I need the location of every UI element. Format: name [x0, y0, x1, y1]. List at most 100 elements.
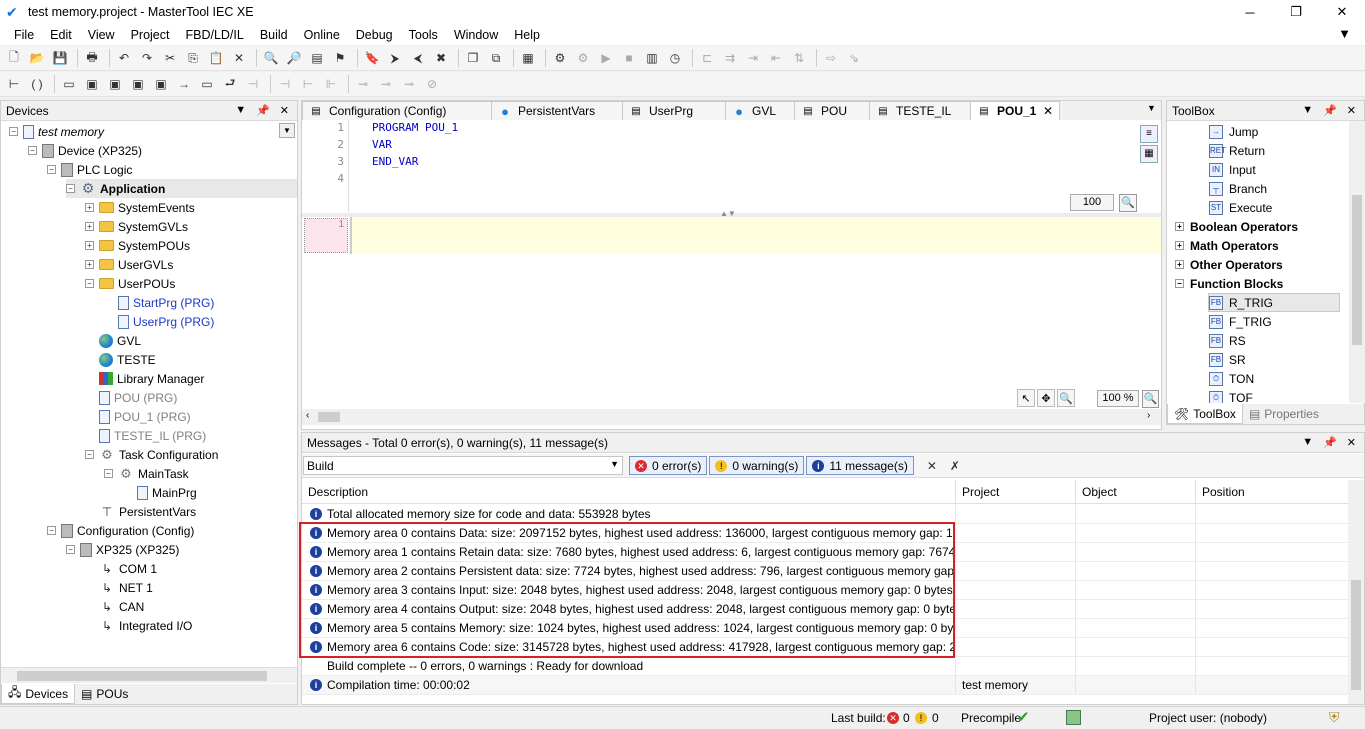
- message-row[interactable]: i Compilation time: 00:00:02 test memory: [302, 676, 1348, 695]
- tree-item[interactable]: + SystemPOUs: [85, 236, 190, 255]
- tree-item[interactable]: + SystemEvents: [85, 198, 195, 217]
- tree-item[interactable]: ↳ CAN: [85, 597, 144, 616]
- message-source-select[interactable]: Build ▼: [303, 456, 623, 475]
- tree-item[interactable]: − Configuration (Config): [47, 521, 194, 540]
- tab-teste-il[interactable]: ▤ TESTE_IL: [869, 101, 971, 120]
- cut-icon[interactable]: ✂: [160, 48, 180, 68]
- panel-dropdown-icon[interactable]: ▼: [235, 104, 246, 117]
- tab-persistentvars[interactable]: ● PersistentVars: [491, 101, 623, 120]
- logout-icon[interactable]: ⚙: [573, 48, 593, 68]
- menu-edit[interactable]: Edit: [42, 28, 80, 42]
- collapse-icon[interactable]: −: [85, 279, 94, 288]
- close-panel-icon[interactable]: ✕: [280, 104, 289, 117]
- tabs-dropdown-icon[interactable]: ▼: [1147, 103, 1156, 113]
- copy-icon[interactable]: ⎘: [183, 48, 203, 68]
- toolbox-vertical-scrollbar[interactable]: [1349, 121, 1365, 403]
- insert-box-en-icon[interactable]: ▣: [105, 74, 125, 94]
- tab-configuration-config-[interactable]: ▤ Configuration (Config): [302, 101, 492, 120]
- menu-online[interactable]: Online: [296, 28, 348, 42]
- expand-icon[interactable]: +: [1175, 241, 1184, 250]
- tab-gvl[interactable]: ● GVL: [725, 101, 795, 120]
- collapse-icon[interactable]: −: [1175, 279, 1184, 288]
- clear-all-messages-icon[interactable]: ✗: [945, 456, 965, 476]
- message-row[interactable]: i Memory area 4 contains Output: size: 20…: [302, 600, 1348, 619]
- redo-icon[interactable]: ↷: [137, 48, 157, 68]
- bookmark-toggle-icon[interactable]: 🔖: [362, 48, 382, 68]
- zoom-tool-icon[interactable]: 🔍: [1057, 389, 1075, 407]
- undo-icon[interactable]: ↶: [114, 48, 134, 68]
- code-line[interactable]: 4: [302, 172, 372, 189]
- step-out-icon[interactable]: ⇤: [766, 48, 786, 68]
- toolbox-item[interactable]: FB SR: [1209, 350, 1246, 369]
- clock-icon[interactable]: ◷: [665, 48, 685, 68]
- clear-messages-icon[interactable]: ✕: [922, 456, 942, 476]
- select-all-icon[interactable]: ▤: [307, 48, 327, 68]
- pointer-tool-icon[interactable]: ↖: [1017, 389, 1035, 407]
- insert-coil-icon[interactable]: ⊸: [353, 74, 373, 94]
- collapse-icon[interactable]: −: [66, 184, 75, 193]
- insert-assign-icon[interactable]: ▣: [128, 74, 148, 94]
- collapse-icon[interactable]: −: [9, 127, 18, 136]
- insert-set-coil-icon[interactable]: ⊸: [376, 74, 396, 94]
- close-window-button[interactable]: ✕: [1319, 0, 1365, 24]
- declaration-zoom[interactable]: 100: [1070, 194, 1114, 211]
- force-values-icon[interactable]: ⇘: [844, 48, 864, 68]
- paste-icon[interactable]: 📋: [206, 48, 226, 68]
- menu-file[interactable]: File: [0, 28, 42, 42]
- scroll-right-icon[interactable]: ›: [1147, 410, 1150, 421]
- message-row[interactable]: i Memory area 6 contains Code: size: 3145…: [302, 638, 1348, 657]
- delete-icon[interactable]: ✕: [229, 48, 249, 68]
- insert-contact-right-icon[interactable]: ⊢: [298, 74, 318, 94]
- tree-item[interactable]: − XP325 (XP325): [66, 540, 179, 559]
- collapse-icon[interactable]: −: [47, 526, 56, 535]
- insert-reset-coil-icon[interactable]: ⊸: [399, 74, 419, 94]
- find-replace-icon[interactable]: 🔎: [284, 48, 304, 68]
- maximize-button[interactable]: ❐: [1273, 0, 1319, 24]
- menu-help[interactable]: Help: [506, 28, 548, 42]
- insert-var-icon[interactable]: ▭: [59, 74, 79, 94]
- message-row[interactable]: i Memory area 0 contains Data: size: 2097…: [302, 524, 1348, 543]
- window-icon[interactable]: ❐: [463, 48, 483, 68]
- message-row[interactable]: i Memory area 2 contains Persistent data:…: [302, 562, 1348, 581]
- toolbox-item[interactable]: FB F_TRIG: [1209, 312, 1272, 331]
- tree-item[interactable]: − ⚙ Task Configuration: [85, 445, 218, 464]
- tree-item[interactable]: UserPrg (PRG): [104, 312, 214, 331]
- print-icon[interactable]: 🖶: [82, 48, 102, 68]
- close-panel-icon[interactable]: ✕: [1347, 436, 1356, 449]
- insert-branch-icon[interactable]: ⊣: [243, 74, 263, 94]
- tree-item[interactable]: Library Manager: [85, 369, 204, 388]
- insert-parallel-icon[interactable]: ⊩: [321, 74, 341, 94]
- bookmark-prev-icon[interactable]: ⮜: [408, 48, 428, 68]
- implementation-zoom-icon[interactable]: 🔍: [1142, 390, 1159, 408]
- bookmark-next-icon[interactable]: ⮞: [385, 48, 405, 68]
- menu-project[interactable]: Project: [123, 28, 178, 42]
- save-project-icon[interactable]: 💾: [50, 48, 70, 68]
- open-project-icon[interactable]: 📂: [27, 48, 47, 68]
- login-icon[interactable]: ⚙: [550, 48, 570, 68]
- tree-item[interactable]: MainPrg: [123, 483, 197, 502]
- tree-item[interactable]: + SystemGVLs: [85, 217, 188, 236]
- breakpoint-icon[interactable]: ⊏: [697, 48, 717, 68]
- tab-toolbox[interactable]: 🛠 ToolBox: [1167, 404, 1243, 424]
- declaration-editor[interactable]: 1 PROGRAM POU_1 2 VAR 3 END_VAR 4: [302, 120, 1137, 212]
- messages-filter-button[interactable]: i 11 message(s): [806, 456, 914, 475]
- message-row[interactable]: i Total allocated memory size for code an…: [302, 505, 1348, 524]
- tab-userprg[interactable]: ▤ UserPrg: [622, 101, 726, 120]
- expand-icon[interactable]: +: [1175, 260, 1184, 269]
- message-row[interactable]: i Memory area 3 contains Input: size: 204…: [302, 581, 1348, 600]
- bookmark-clear-icon[interactable]: ✖: [431, 48, 451, 68]
- collapse-icon[interactable]: −: [47, 165, 56, 174]
- toolbox-category[interactable]: + Math Operators: [1175, 236, 1279, 255]
- code-line[interactable]: 3 END_VAR: [302, 155, 418, 172]
- menu-overflow-icon[interactable]: ▼: [1338, 26, 1351, 41]
- message-row[interactable]: i Memory area 1 contains Retain data: siz…: [302, 543, 1348, 562]
- scroll-left-icon[interactable]: ‹: [306, 410, 309, 421]
- insert-jump-icon[interactable]: →: [174, 74, 194, 94]
- tab-devices[interactable]: 🖧 Devices: [1, 684, 76, 704]
- reset-icon[interactable]: ▥: [642, 48, 662, 68]
- insert-label-icon[interactable]: ▭: [197, 74, 217, 94]
- new-project-icon[interactable]: 🗋: [4, 48, 24, 68]
- tree-item[interactable]: − PLC Logic: [47, 160, 132, 179]
- new-object-icon[interactable]: ⧉: [486, 48, 506, 68]
- expand-icon[interactable]: +: [85, 260, 94, 269]
